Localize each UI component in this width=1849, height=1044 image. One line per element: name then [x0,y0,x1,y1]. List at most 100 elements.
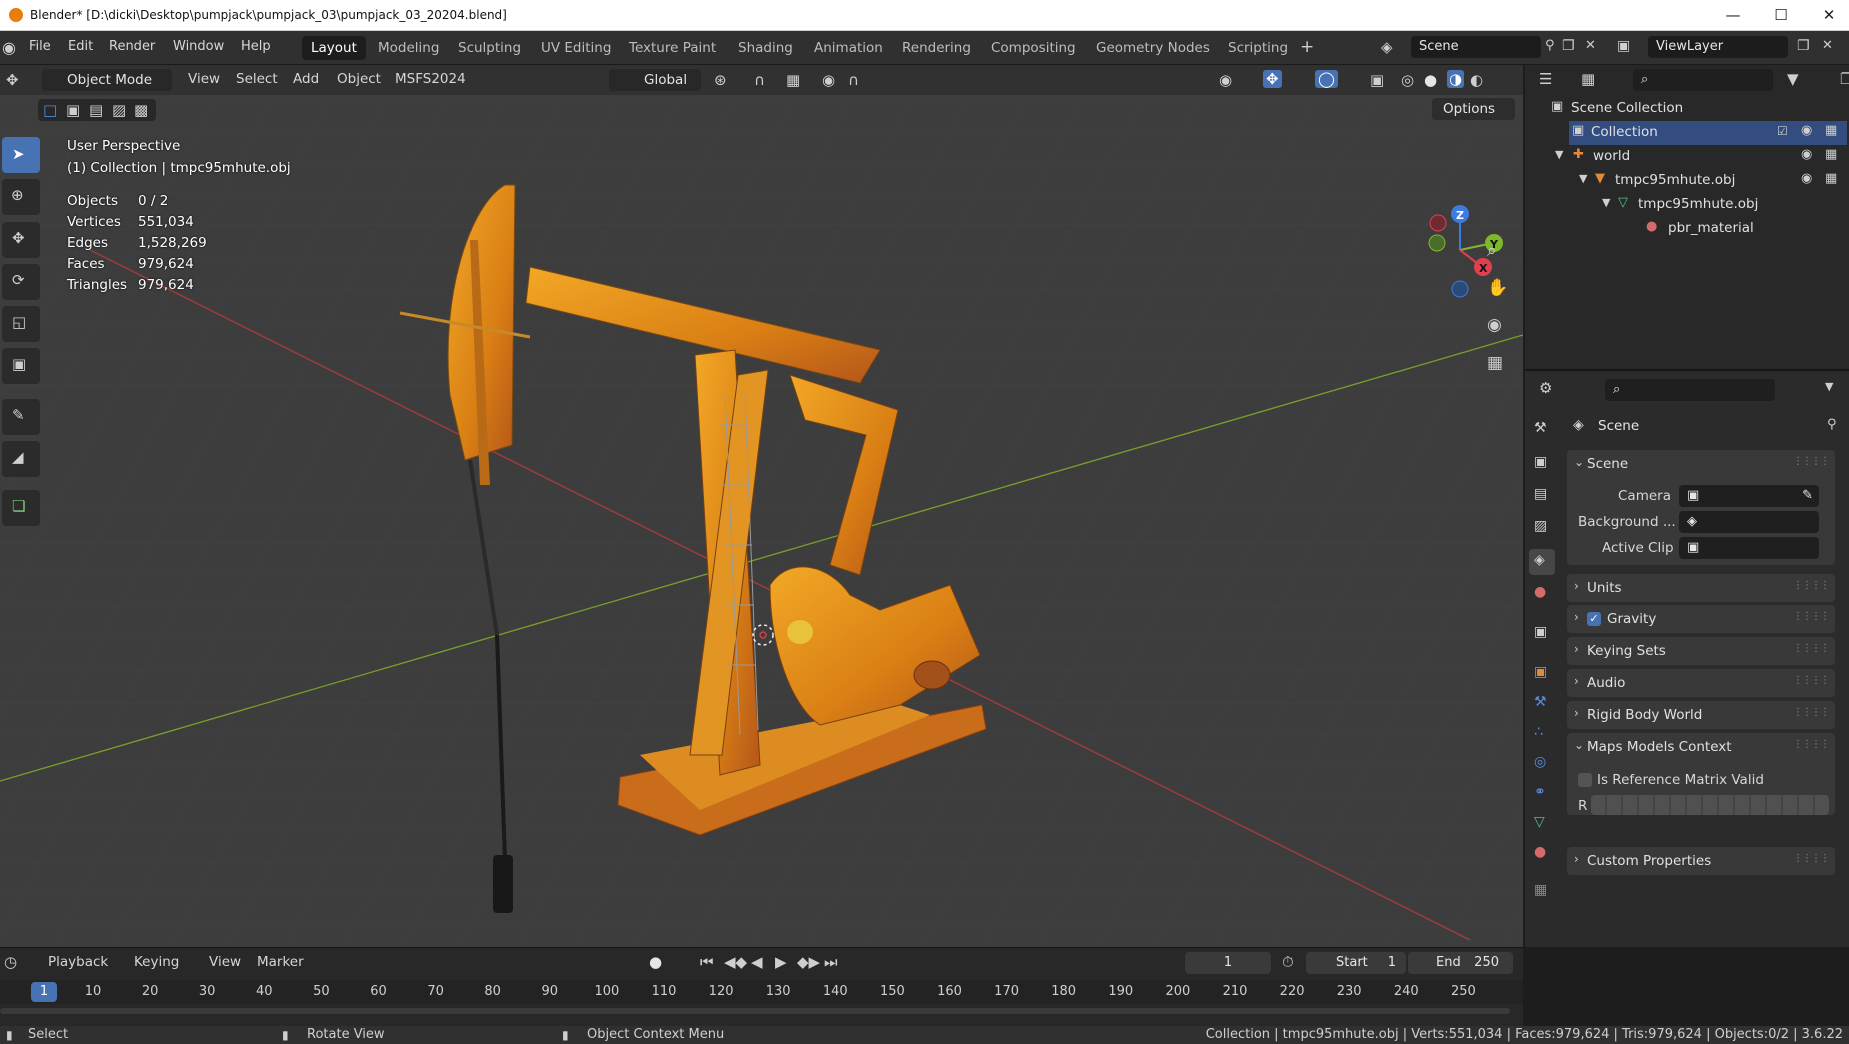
active-clip-field[interactable]: ▣ [1679,537,1819,559]
tab-modifiers[interactable]: ⚒ [1529,691,1555,717]
tab-shading[interactable]: Shading [729,36,802,60]
drag-handle-icon[interactable]: ⋮⋮⋮⋮ [1793,456,1830,467]
scene-field[interactable]: Scene [1411,36,1541,58]
maximize-button[interactable]: ☐ [1761,3,1801,27]
expand-icon[interactable]: › [1574,642,1579,656]
tab-rendering[interactable]: Rendering [893,36,980,60]
drag-handle-icon[interactable]: ⋮⋮⋮⋮ [1793,707,1830,718]
select-extend-icon[interactable]: ▣ [66,101,80,119]
start-frame-field[interactable]: Start 1 [1306,952,1406,974]
end-frame-field[interactable]: End 250 [1408,952,1513,974]
timeline-type-icon[interactable]: ◷ [4,953,17,971]
tab-texture[interactable]: ▦ [1529,879,1555,905]
scene-panel-title[interactable]: Scene [1587,456,1628,472]
blender-menu-icon[interactable]: ◉ [2,38,16,57]
expand-icon[interactable]: › [1574,852,1579,866]
expand-icon[interactable]: › [1574,674,1579,688]
drag-handle-icon[interactable]: ⋮⋮⋮⋮ [1793,580,1830,591]
add-cube-tool[interactable]: ❏ [2,490,40,526]
next-keyframe-icon[interactable]: ◆▶ [797,953,820,971]
menu-file[interactable]: File [29,39,51,54]
menu-edit[interactable]: Edit [68,39,93,54]
eye-icon[interactable]: ◉ [1801,147,1812,162]
camera-icon[interactable]: ▦ [1825,147,1837,162]
tab-compositing[interactable]: Compositing [982,36,1085,60]
tab-view-layer[interactable]: ▨ [1529,515,1555,541]
timeline-scrollbar[interactable] [0,1008,1510,1014]
minimize-button[interactable]: — [1713,3,1753,27]
rotate-tool[interactable]: ⟳ [2,264,40,300]
jump-start-icon[interactable]: ⏮ [700,953,714,971]
drag-handle-icon[interactable]: ⋮⋮⋮⋮ [1793,675,1830,686]
drag-handle-icon[interactable]: ⋮⋮⋮⋮ [1793,853,1830,864]
menu-help[interactable]: Help [241,39,271,54]
camera-icon[interactable]: ▦ [1825,171,1837,186]
zoom-icon[interactable]: ⌕ [1487,241,1497,261]
menu-add[interactable]: Add [293,71,319,87]
camera-icon[interactable]: ▦ [1825,123,1837,138]
pivot-icon[interactable]: ⊛ [714,71,727,89]
maps-models-context-label[interactable]: Maps Models Context [1587,739,1732,755]
outliner-item-collection[interactable]: ▣ Collection ☑ ◉ ▦ [1569,121,1847,145]
expand-icon[interactable]: ▼ [1602,196,1610,209]
collapse-icon[interactable]: ⌄ [1574,738,1584,752]
falloff-icon[interactable]: ∩ [848,71,859,89]
menu-playback[interactable]: Playback [48,954,108,970]
eye-icon[interactable]: ◉ [1801,171,1812,186]
menu-object[interactable]: Object [337,71,381,87]
proportional-edit-icon[interactable]: ◉ [822,71,835,89]
outliner-item-mesh-data[interactable]: ▼ ▽ tmpc95mhute.obj [1602,193,1849,217]
r-matrix-row[interactable] [1591,795,1829,815]
expand-icon[interactable]: › [1574,610,1579,624]
scale-tool[interactable]: ◱ [2,306,40,342]
add-workspace-icon[interactable]: + [1300,37,1314,57]
measure-tool[interactable]: ◢ [2,441,40,477]
select-invert-icon[interactable]: ▨ [112,101,126,119]
select-subtract-icon[interactable]: ▤ [89,101,103,119]
tab-scripting[interactable]: Scripting [1219,36,1297,60]
record-icon[interactable]: ● [649,953,662,971]
select-mode-buttons[interactable]: □ ▣ ▤ ▨ ▩ [38,99,156,121]
visibility-icon[interactable]: ◉ [1219,71,1232,89]
stopwatch-icon[interactable]: ⏱ [1282,953,1294,971]
expand-icon[interactable]: ▼ [1579,172,1587,185]
keying-sets-panel[interactable]: › Keying Sets ⋮⋮⋮⋮ [1567,637,1835,665]
tab-tool[interactable]: ⚒ [1529,417,1555,443]
tab-texture-paint[interactable]: Texture Paint [620,36,725,60]
drag-handle-icon[interactable]: ⋮⋮⋮⋮ [1793,739,1830,750]
prev-keyframe-icon[interactable]: ◀◆ [724,953,747,971]
select-new-icon[interactable]: □ [43,101,57,119]
play-icon[interactable]: ▶ [775,953,787,971]
new-scene-icon[interactable]: ❐ [1562,38,1575,54]
scene-icon[interactable]: ◈ [1381,38,1393,56]
remove-scene-icon[interactable]: ✕ [1585,38,1596,53]
rendered-shading-icon[interactable]: ◐ [1470,71,1483,89]
annotate-tool[interactable]: ✎ [2,399,40,435]
outliner-item-world[interactable]: ▼ ✚ world ◉ ▦ [1555,145,1849,169]
mode-dropdown[interactable]: Object Mode [42,69,172,91]
select-box-tool[interactable]: ➤ [2,137,40,173]
audio-panel[interactable]: › Audio ⋮⋮⋮⋮ [1567,669,1835,697]
new-viewlayer-icon[interactable]: ❐ [1797,38,1810,54]
menu-select[interactable]: Select [236,71,278,87]
tab-object[interactable]: ▣ [1529,661,1555,687]
wireframe-shading-icon[interactable]: ◎ [1401,71,1414,89]
viewlayer-field[interactable]: ViewLayer [1648,36,1788,58]
background-field[interactable]: ◈ [1679,511,1819,533]
outliner-item-scene-collection[interactable]: ▣ Scene Collection [1551,97,1849,121]
units-panel[interactable]: › Units ⋮⋮⋮⋮ [1567,574,1835,602]
eyedropper-icon[interactable]: ✎ [1802,485,1813,507]
tab-particles[interactable]: ∴ [1529,721,1555,747]
snap-icon[interactable]: ∩ [754,71,765,89]
overlay-toggle-icon[interactable]: ◯ [1315,70,1338,88]
drag-handle-icon[interactable]: ⋮⋮⋮⋮ [1793,643,1830,654]
tab-animation[interactable]: Animation [805,36,892,60]
properties-search[interactable]: ⌕ [1605,379,1775,401]
tab-render[interactable]: ▣ [1529,451,1555,477]
outliner-type-icon[interactable]: ☰ [1539,70,1552,88]
3d-viewport[interactable]: Z Y X User Perspective (1) Collection | … [0,65,1523,947]
move-tool[interactable]: ✥ [2,222,40,258]
transform-tool[interactable]: ▣ [2,348,40,384]
tab-physics[interactable]: ◎ [1529,751,1555,777]
menu-keying[interactable]: Keying [134,954,179,970]
